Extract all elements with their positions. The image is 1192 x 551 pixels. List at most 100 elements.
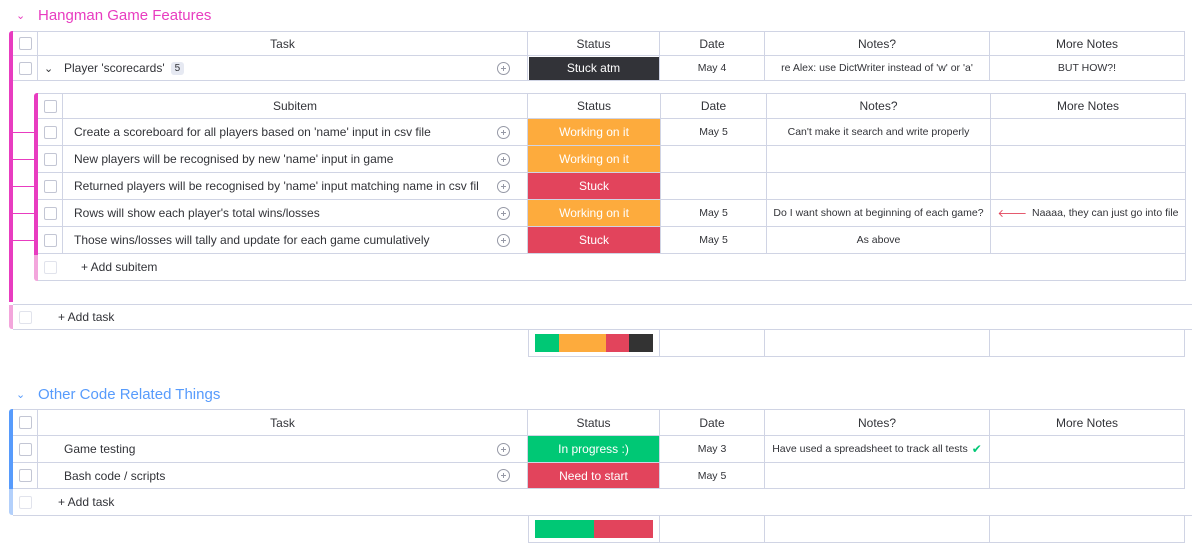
row-checkbox-cell[interactable]	[13, 463, 38, 489]
status-summary-segment[interactable]	[629, 334, 653, 352]
status-summary-segment[interactable]	[605, 334, 630, 352]
subitem-checkbox[interactable]	[43, 125, 57, 139]
status-summary-segment[interactable]	[558, 334, 606, 352]
chevron-down-icon[interactable]: ⌄	[16, 388, 32, 401]
subitem-date-cell[interactable]: May 5	[661, 119, 767, 146]
add-update-cell[interactable]	[479, 436, 528, 463]
group1-header[interactable]: ⌄ Hangman Game Features	[16, 5, 211, 25]
add-update-cell[interactable]	[479, 200, 528, 227]
subitem-status-cell[interactable]: Stuck	[528, 227, 661, 254]
date-cell[interactable]: May 3	[660, 436, 765, 463]
subitem-status-cell[interactable]: Working on it	[528, 200, 661, 227]
subitem-more-notes-cell[interactable]	[991, 173, 1186, 200]
group1-title[interactable]: Hangman Game Features	[38, 7, 211, 24]
row-checkbox[interactable]	[18, 469, 32, 482]
add-update-icon[interactable]	[496, 442, 510, 456]
subitem-name-cell[interactable]: New players will be recognised by new 'n…	[63, 146, 479, 173]
add-update-cell[interactable]	[479, 173, 528, 200]
status-summary-bar[interactable]	[535, 520, 653, 538]
more-notes-cell[interactable]	[990, 463, 1185, 489]
subitem-checkbox-cell[interactable]	[38, 200, 63, 227]
add-update-cell[interactable]	[479, 56, 528, 81]
subitem-checkbox[interactable]	[43, 152, 57, 166]
column-header-notes[interactable]: Notes?	[765, 409, 990, 436]
column-header-task[interactable]: Task	[38, 31, 528, 56]
subitem-header-notes[interactable]: Notes?	[767, 93, 991, 119]
row-checkbox[interactable]	[18, 442, 32, 456]
subitem-checkbox-cell[interactable]	[38, 227, 63, 254]
select-all-cell[interactable]	[13, 409, 38, 436]
task-name-cell[interactable]: Bash code / scripts	[38, 463, 479, 489]
column-header-date[interactable]: Date	[660, 31, 765, 56]
select-all-checkbox[interactable]	[18, 37, 32, 50]
status-summary-cell[interactable]	[528, 516, 660, 543]
date-cell[interactable]: May 5	[660, 463, 765, 489]
add-update-icon[interactable]	[496, 233, 510, 247]
column-header-date[interactable]: Date	[660, 409, 765, 436]
subitem-checkbox-cell[interactable]	[38, 173, 63, 200]
status-summary-bar[interactable]	[535, 334, 653, 352]
add-update-icon[interactable]	[496, 152, 510, 166]
column-header-more-notes[interactable]: More Notes	[990, 409, 1185, 436]
add-update-cell[interactable]	[479, 119, 528, 146]
add-update-icon[interactable]	[496, 469, 510, 482]
add-task-button[interactable]: + Add task	[58, 495, 114, 509]
select-all-cell[interactable]	[13, 31, 38, 56]
subitem-checkbox[interactable]	[43, 206, 57, 220]
status-label-stuck-atm[interactable]: Stuck atm	[528, 56, 659, 80]
add-subitem-row[interactable]: + Add subitem	[63, 254, 1186, 281]
row-checkbox-cell[interactable]	[13, 56, 38, 81]
subitem-checkbox[interactable]	[43, 233, 57, 247]
subitem-date-cell[interactable]: May 5	[661, 200, 767, 227]
notes-cell[interactable]: Have used a spreadsheet to track all tes…	[765, 436, 990, 463]
subitem-name-cell[interactable]: Create a scoreboard for all players base…	[63, 119, 479, 146]
add-update-cell[interactable]	[479, 146, 528, 173]
subitem-more-notes-cell[interactable]: 🡐 Naaaa, they can just go into file	[991, 200, 1186, 227]
subitem-name-cell[interactable]: Rows will show each player's total wins/…	[63, 200, 479, 227]
status-summary-segment[interactable]	[535, 334, 559, 352]
more-notes-cell[interactable]	[990, 436, 1185, 463]
subitem-header-subitem[interactable]: Subitem	[63, 93, 528, 119]
subitem-header-more-notes[interactable]: More Notes	[991, 93, 1186, 119]
add-task-row[interactable]: + Add task	[38, 304, 1192, 330]
date-cell[interactable]: May 4	[660, 56, 765, 81]
column-header-more-notes[interactable]: More Notes	[990, 31, 1185, 56]
subitem-status-cell[interactable]: Stuck	[528, 173, 661, 200]
subitem-notes-cell[interactable]: As above	[767, 227, 991, 254]
notes-cell[interactable]	[765, 463, 990, 489]
subitems-select-all-cell[interactable]	[38, 93, 63, 119]
more-notes-cell[interactable]: BUT HOW?!	[990, 56, 1185, 81]
subitem-name[interactable]: New players will be recognised by new 'n…	[74, 152, 393, 166]
add-task-row[interactable]: + Add task	[38, 489, 1192, 516]
column-header-notes[interactable]: Notes?	[765, 31, 990, 56]
subitem-name-cell[interactable]: Returned players will be recognised by '…	[63, 173, 479, 200]
subitem-name[interactable]: Rows will show each player's total wins/…	[74, 206, 320, 220]
add-subitem-button[interactable]: + Add subitem	[81, 260, 157, 274]
subitem-checkbox[interactable]	[43, 179, 57, 193]
add-update-icon[interactable]	[496, 125, 510, 139]
add-update-icon[interactable]	[496, 206, 510, 220]
subitem-more-notes-cell[interactable]	[991, 146, 1186, 173]
column-header-task[interactable]: Task	[38, 409, 528, 436]
task-name-cell[interactable]: Game testing	[38, 436, 479, 463]
status-summary-cell[interactable]	[528, 330, 660, 357]
subitems-select-all-checkbox[interactable]	[43, 99, 57, 113]
group2-header[interactable]: ⌄ Other Code Related Things	[16, 384, 220, 404]
subitem-count-badge[interactable]: 5	[170, 61, 185, 75]
column-header-status[interactable]: Status	[528, 409, 660, 436]
task-name[interactable]: Bash code / scripts	[64, 469, 165, 483]
notes-cell[interactable]: re Alex: use DictWriter instead of 'w' o…	[765, 56, 990, 81]
subitem-notes-cell[interactable]	[767, 146, 991, 173]
subitem-header-date[interactable]: Date	[661, 93, 767, 119]
add-update-cell[interactable]	[479, 227, 528, 254]
subitem-notes-cell[interactable]	[767, 173, 991, 200]
subitem-date-cell[interactable]	[661, 173, 767, 200]
chevron-down-icon[interactable]: ⌄	[16, 9, 32, 22]
status-summary-segment[interactable]	[535, 520, 594, 538]
add-task-button[interactable]: + Add task	[58, 310, 114, 324]
column-header-status[interactable]: Status	[528, 31, 660, 56]
subitem-more-notes-cell[interactable]	[991, 119, 1186, 146]
subitem-name[interactable]: Those wins/losses will tally and update …	[74, 233, 430, 247]
subitem-checkbox-cell[interactable]	[38, 119, 63, 146]
task-name[interactable]: Game testing	[64, 442, 135, 456]
